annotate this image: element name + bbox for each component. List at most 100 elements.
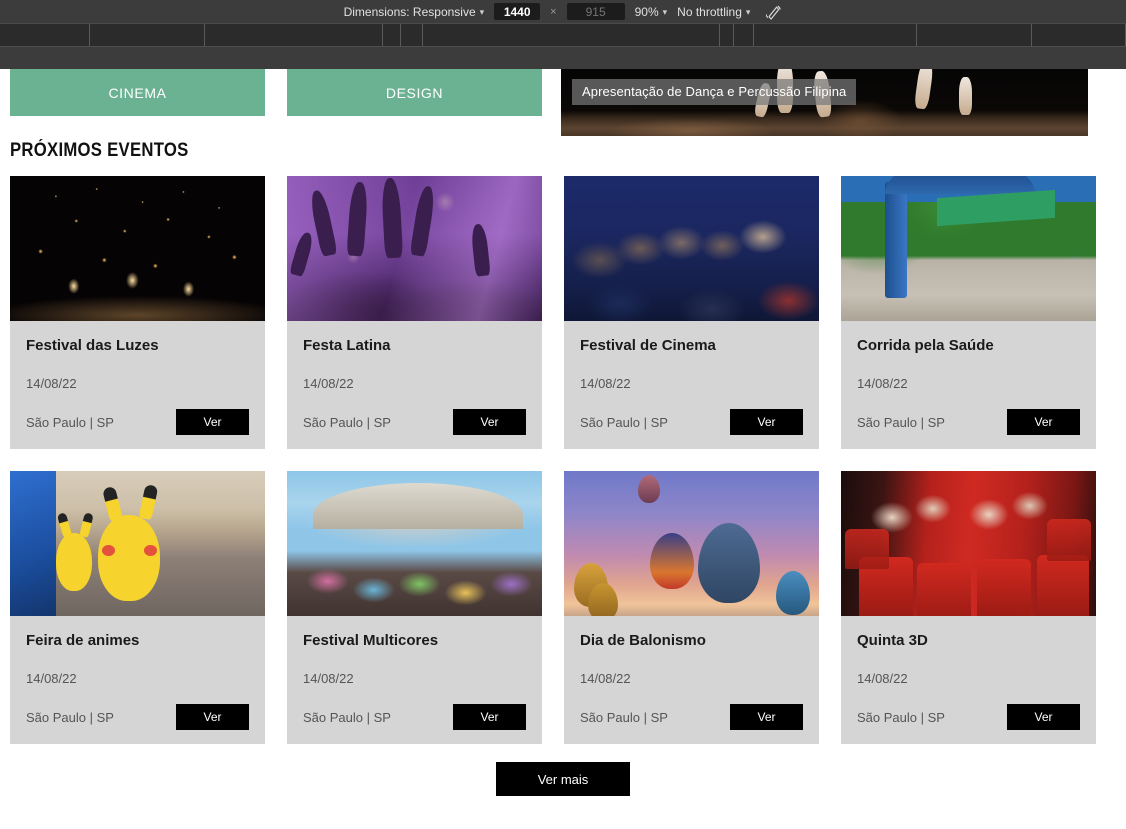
event-location: São Paulo | SP	[26, 709, 114, 725]
viewport-height-input[interactable]	[566, 3, 625, 20]
event-card-footer: São Paulo | SP Ver	[26, 409, 249, 435]
devtools-device-toolbar: Dimensions: Responsive ▾ × 90% ▾ No thro…	[0, 0, 1126, 24]
banner-caption: Apresentação de Dança e Percussão Filipi…	[572, 79, 857, 105]
view-event-button[interactable]: Ver	[176, 704, 249, 730]
chevron-down-icon: ▾	[745, 7, 751, 17]
event-card[interactable]: Festival das Luzes 14/08/22 São Paulo | …	[10, 176, 265, 449]
page-content: CINEMA DESIGN Apresentação de Dança e Pe…	[0, 69, 1126, 796]
strip-cell	[1032, 24, 1126, 46]
event-date: 14/08/22	[580, 671, 631, 686]
view-event-button[interactable]: Ver	[1007, 704, 1080, 730]
race-arch-photo	[841, 176, 1096, 321]
strip-cell	[754, 24, 917, 46]
event-card-body: Festa Latina 14/08/22 São Paulo | SP Ver	[287, 321, 542, 449]
event-card-footer: São Paulo | SP Ver	[580, 704, 803, 730]
category-button-cinema[interactable]: CINEMA	[10, 69, 265, 116]
event-location: São Paulo | SP	[857, 709, 945, 725]
event-title: Feira de animes	[26, 632, 140, 649]
event-title: Festival das Luzes	[26, 337, 159, 354]
hot-air-balloons-photo	[564, 471, 819, 616]
zoom-dropdown[interactable]: 90% ▾	[635, 5, 668, 19]
throttling-dropdown[interactable]: No throttling ▾	[677, 5, 750, 19]
strip-cell	[0, 24, 90, 46]
chevron-down-icon: ▾	[479, 7, 485, 17]
cinema-audience-photo	[564, 176, 819, 321]
event-card[interactable]: Feira de animes 14/08/22 São Paulo | SP …	[10, 471, 265, 744]
viewport-width-input[interactable]	[494, 3, 541, 20]
pikachu-fair-photo	[10, 471, 265, 616]
event-card[interactable]: Festa Latina 14/08/22 São Paulo | SP Ver	[287, 176, 542, 449]
event-card-body: Quinta 3D 14/08/22 São Paulo | SP Ver	[841, 616, 1096, 744]
event-card[interactable]: Dia de Balonismo 14/08/22 São Paulo | SP…	[564, 471, 819, 744]
throttling-label: No throttling	[677, 4, 742, 19]
view-event-button[interactable]: Ver	[730, 409, 803, 435]
event-location: São Paulo | SP	[303, 414, 391, 430]
event-card-footer: São Paulo | SP Ver	[303, 704, 526, 730]
load-more-row: Ver mais	[0, 744, 1126, 796]
category-button-design[interactable]: DESIGN	[287, 69, 542, 116]
event-card-footer: São Paulo | SP Ver	[580, 409, 803, 435]
event-title: Festival de Cinema	[580, 337, 716, 354]
view-event-button[interactable]: Ver	[730, 704, 803, 730]
event-card-body: Festival das Luzes 14/08/22 São Paulo | …	[10, 321, 265, 449]
event-card[interactable]: Festival de Cinema 14/08/22 São Paulo | …	[564, 176, 819, 449]
dimensions-label: Dimensions: Responsive	[343, 4, 476, 19]
strip-cell	[383, 24, 401, 46]
strip-cell	[90, 24, 205, 46]
view-event-button[interactable]: Ver	[176, 409, 249, 435]
strip-cell	[734, 24, 754, 46]
event-card-body: Festival Multicores 14/08/22 São Paulo |…	[287, 616, 542, 744]
event-title: Corrida pela Saúde	[857, 337, 994, 354]
event-card-footer: São Paulo | SP Ver	[303, 409, 526, 435]
event-date: 14/08/22	[303, 671, 354, 686]
event-date: 14/08/22	[26, 376, 77, 391]
event-card-footer: São Paulo | SP Ver	[26, 704, 249, 730]
dimensions-dropdown[interactable]: Dimensions: Responsive ▾	[344, 5, 485, 19]
event-card-footer: São Paulo | SP Ver	[857, 409, 1080, 435]
3d-cinema-photo	[841, 471, 1096, 616]
page-title: PRÓXIMOS EVENTOS	[10, 140, 189, 161]
load-more-button[interactable]: Ver mais	[496, 762, 630, 796]
strip-cell	[401, 24, 423, 46]
event-title: Festival Multicores	[303, 632, 439, 649]
lanterns-photo	[10, 176, 265, 321]
featured-banner[interactable]: Apresentação de Dança e Percussão Filipi…	[561, 69, 1088, 136]
event-date: 14/08/22	[857, 671, 908, 686]
event-card-footer: São Paulo | SP Ver	[857, 704, 1080, 730]
strip-cell	[423, 24, 720, 46]
events-grid: Festival das Luzes 14/08/22 São Paulo | …	[0, 162, 1126, 744]
event-card[interactable]: Corrida pela Saúde 14/08/22 São Paulo | …	[841, 176, 1096, 449]
event-title: Festa Latina	[303, 337, 391, 354]
event-location: São Paulo | SP	[303, 709, 391, 725]
event-card-body: Feira de animes 14/08/22 São Paulo | SP …	[10, 616, 265, 744]
dimension-separator: ×	[550, 5, 557, 18]
event-card-body: Festival de Cinema 14/08/22 São Paulo | …	[564, 321, 819, 449]
event-card-body: Dia de Balonismo 14/08/22 São Paulo | SP…	[564, 616, 819, 744]
strip-cell	[720, 24, 734, 46]
event-title: Quinta 3D	[857, 632, 928, 649]
devtools-filler-strip	[0, 47, 1126, 69]
color-festival-photo	[287, 471, 542, 616]
devtools-column-strip	[0, 24, 1126, 47]
concert-hands-photo	[287, 176, 542, 321]
event-date: 14/08/22	[26, 671, 77, 686]
view-event-button[interactable]: Ver	[453, 409, 526, 435]
event-location: São Paulo | SP	[857, 414, 945, 430]
event-date: 14/08/22	[580, 376, 631, 391]
event-card-body: Corrida pela Saúde 14/08/22 São Paulo | …	[841, 321, 1096, 449]
event-date: 14/08/22	[303, 376, 354, 391]
strip-cell	[917, 24, 1032, 46]
event-date: 14/08/22	[857, 376, 908, 391]
chevron-down-icon: ▾	[662, 7, 668, 17]
view-event-button[interactable]: Ver	[1007, 409, 1080, 435]
strip-cell	[205, 24, 383, 46]
event-location: São Paulo | SP	[580, 709, 668, 725]
event-location: São Paulo | SP	[580, 414, 668, 430]
zoom-label: 90%	[634, 4, 659, 19]
event-card[interactable]: Quinta 3D 14/08/22 São Paulo | SP Ver	[841, 471, 1096, 744]
rotate-device-icon[interactable]	[765, 4, 782, 20]
view-event-button[interactable]: Ver	[453, 704, 526, 730]
event-title: Dia de Balonismo	[580, 632, 706, 649]
event-card[interactable]: Festival Multicores 14/08/22 São Paulo |…	[287, 471, 542, 744]
event-location: São Paulo | SP	[26, 414, 114, 430]
